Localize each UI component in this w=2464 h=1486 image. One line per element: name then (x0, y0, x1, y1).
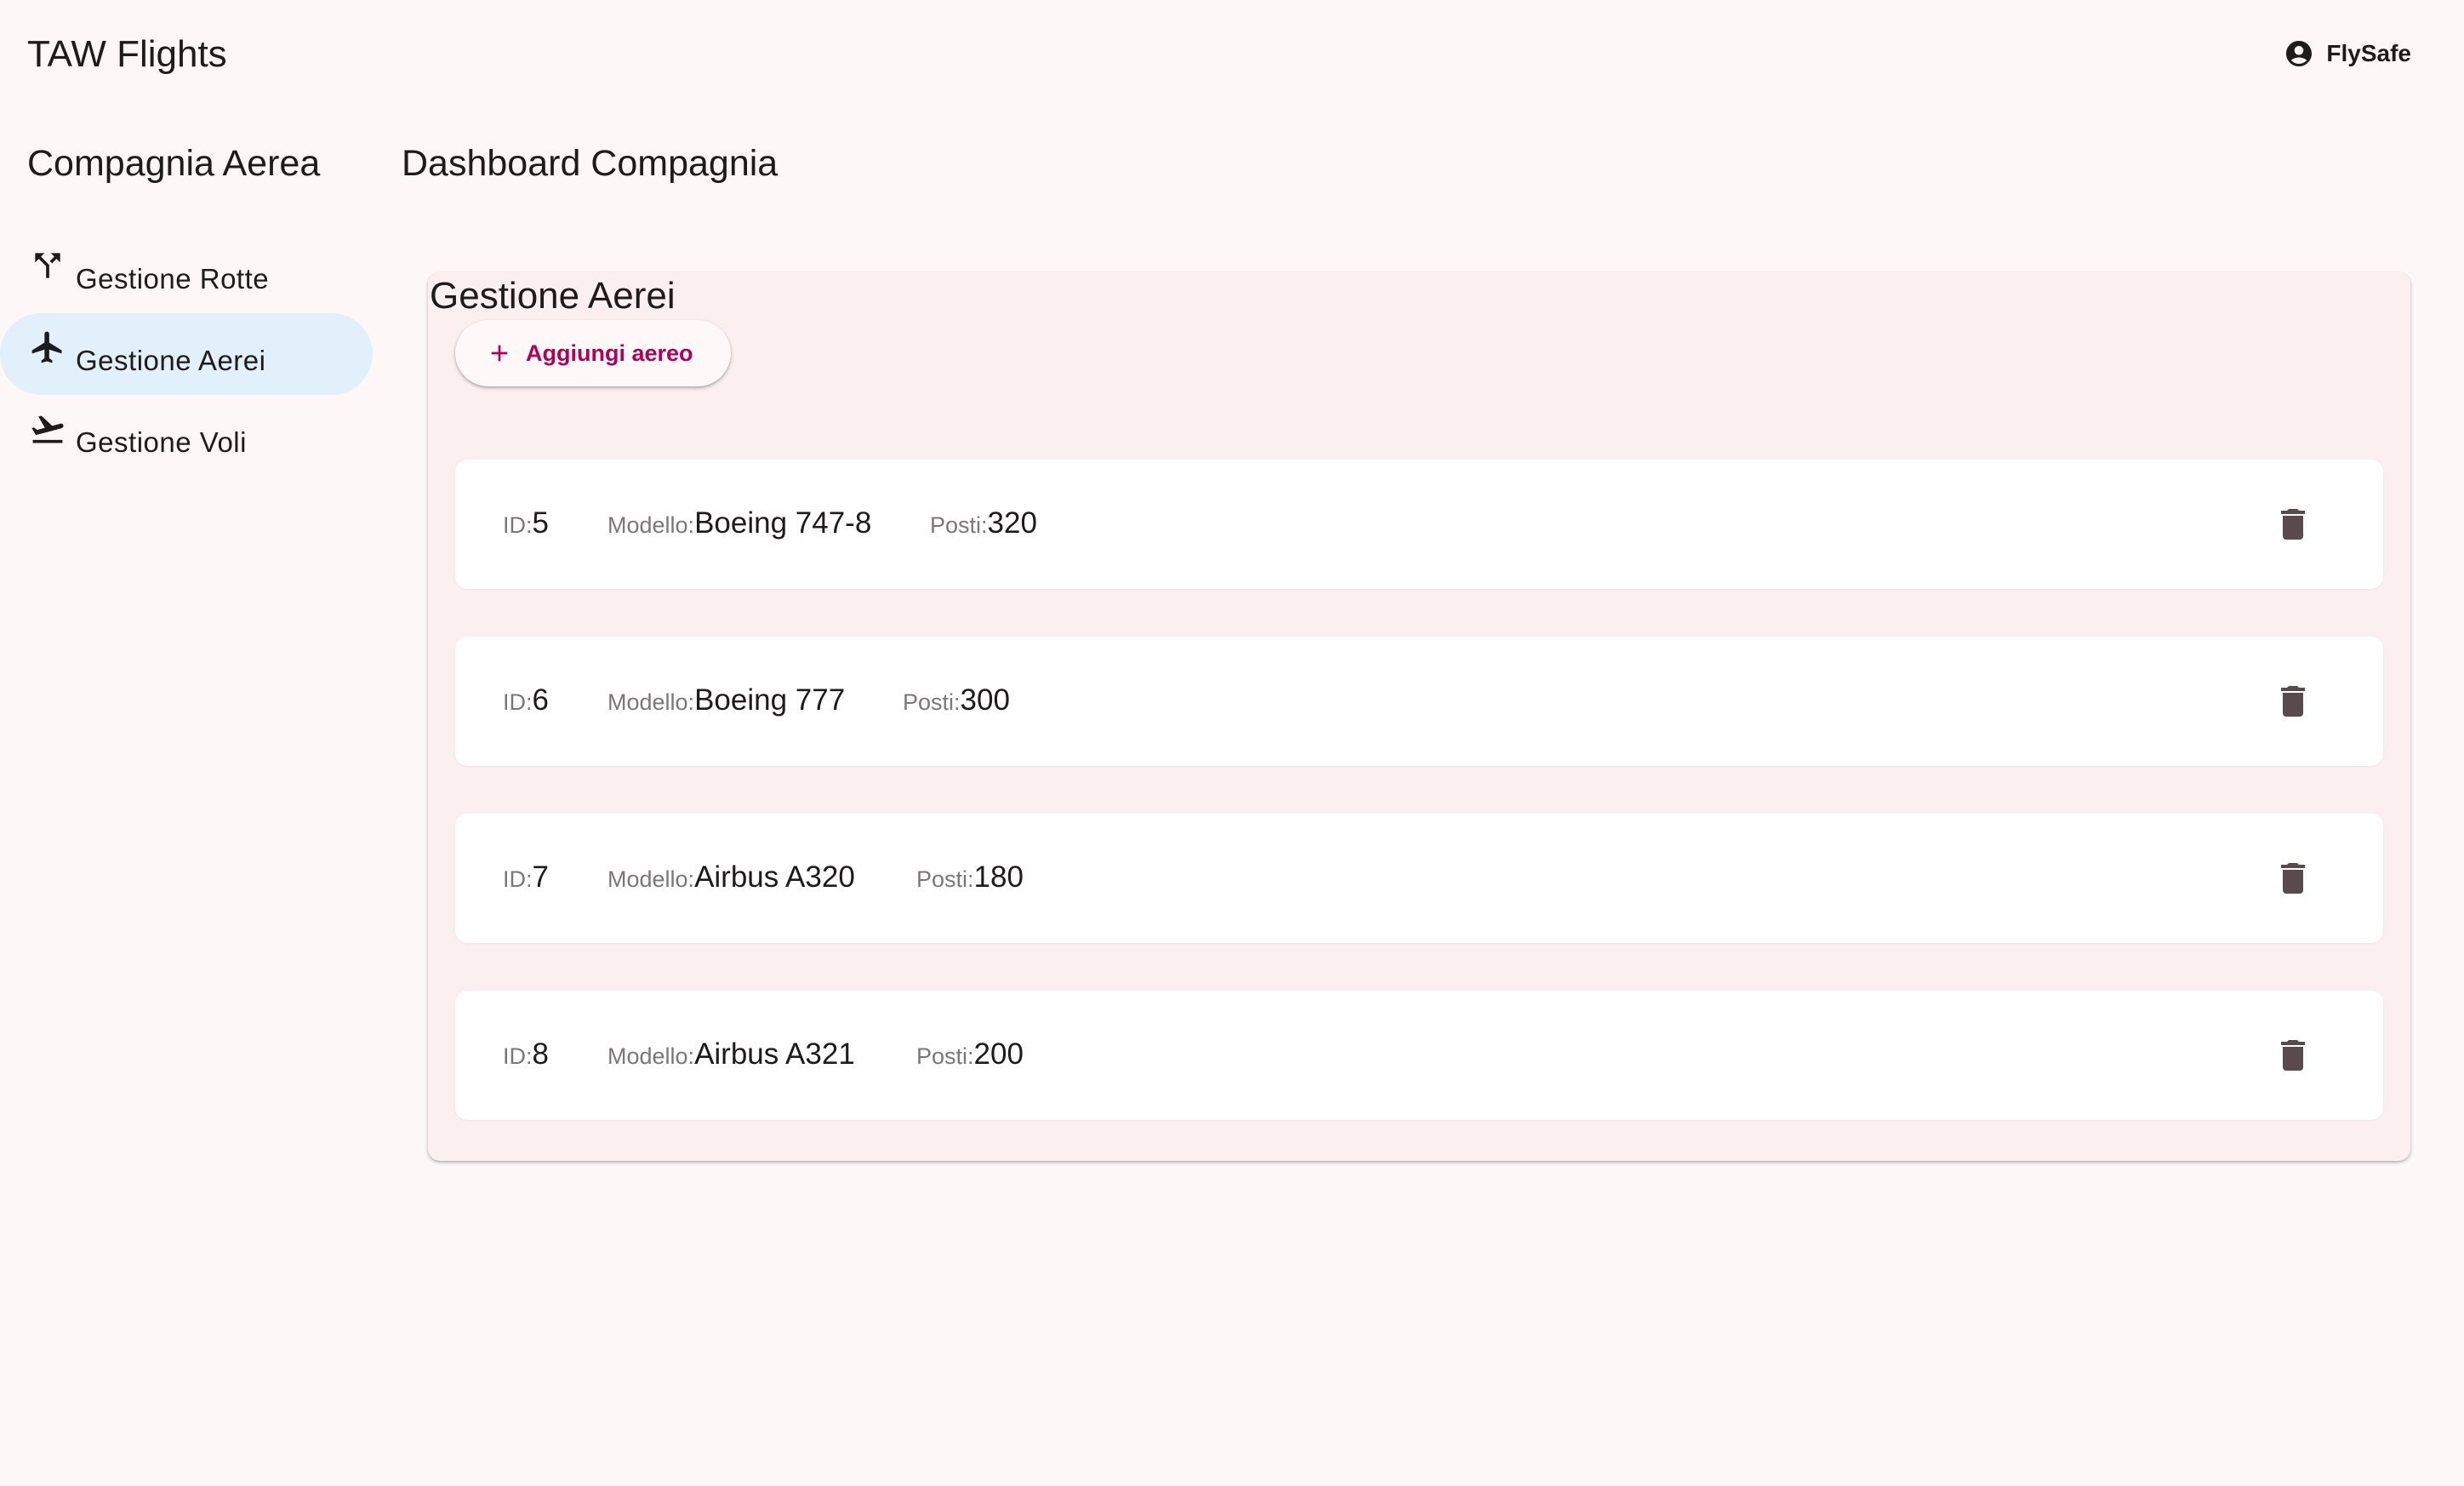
plane-row: ID: 6 Modello: Boeing 777 Posti: 300 (455, 637, 2383, 766)
plane-model: Airbus A320 (694, 860, 855, 894)
flight-takeoff-icon (29, 410, 66, 448)
sidebar-title: Compagnia Aerea (27, 143, 321, 184)
airplane-icon (29, 329, 66, 366)
plane-model-field: Modello: Airbus A321 (607, 1037, 855, 1075)
model-label: Modello: (607, 689, 695, 715)
plane-id: 5 (532, 506, 549, 540)
plane-model-field: Modello: Airbus A320 (607, 860, 855, 898)
plus-icon (486, 340, 513, 367)
plane-row: ID: 5 Modello: Boeing 747-8 Posti: 320 (455, 460, 2383, 589)
plane-model: Airbus A321 (694, 1037, 855, 1071)
trash-icon (2281, 863, 2305, 894)
sidebar-item-label: Gestione Aerei (76, 345, 266, 376)
plane-id: 7 (532, 860, 549, 894)
seats-label: Posti: (916, 1043, 974, 1069)
account-circle-icon (2284, 38, 2314, 69)
plane-id: 6 (532, 683, 549, 717)
sidebar-item-label: Gestione Rotte (76, 263, 270, 294)
plane-seats: 320 (987, 506, 1037, 540)
delete-plane-button[interactable] (2273, 858, 2313, 899)
plane-row: ID: 8 Modello: Airbus A321 Posti: 200 (455, 991, 2383, 1120)
account-name: FlySafe (2326, 40, 2411, 66)
plane-seats-field: Posti: 320 (930, 506, 1037, 544)
add-plane-label: Aggiungi aereo (526, 340, 693, 366)
id-label: ID: (503, 1043, 533, 1069)
seats-label: Posti: (903, 689, 961, 715)
plane-model: Boeing 777 (694, 683, 846, 717)
plane-seats: 200 (973, 1037, 1024, 1071)
plane-model-field: Modello: Boeing 747-8 (607, 506, 871, 544)
plane-id-field: ID: 8 (503, 1037, 549, 1075)
planes-card: Gestione Aerei Aggiungi aereo ID: 5 Model… (428, 272, 2410, 1161)
plane-id: 8 (532, 1037, 549, 1071)
page-title: Dashboard Compagnia (402, 143, 779, 184)
sidebar-item-gestione-voli[interactable]: Gestione Voli (0, 395, 373, 477)
model-label: Modello: (607, 512, 695, 538)
app-title: TAW Flights (27, 33, 227, 75)
delete-plane-button[interactable] (2273, 504, 2313, 545)
trash-icon (2281, 1040, 2305, 1071)
plane-seats-field: Posti: 180 (916, 860, 1024, 898)
plane-id-field: ID: 6 (503, 683, 549, 721)
plane-seats: 180 (973, 860, 1024, 894)
sidebar-item-label: Gestione Voli (76, 426, 247, 458)
sidebar-nav: Gestione Rotte Gestione Aerei Gestione V… (0, 231, 374, 477)
plane-model: Boeing 747-8 (694, 506, 872, 540)
card-title: Gestione Aerei (430, 275, 676, 317)
delete-plane-button[interactable] (2273, 681, 2313, 722)
model-label: Modello: (607, 866, 695, 892)
trash-icon (2281, 686, 2305, 717)
id-label: ID: (503, 866, 533, 892)
trash-icon (2281, 509, 2305, 540)
plane-id-field: ID: 5 (503, 506, 549, 544)
plane-seats-field: Posti: 300 (903, 683, 1010, 721)
plane-id-field: ID: 7 (503, 860, 549, 898)
plane-seats: 300 (960, 683, 1010, 717)
account-menu[interactable]: FlySafe (2284, 37, 2411, 71)
seats-label: Posti: (930, 512, 988, 538)
add-plane-button[interactable]: Aggiungi aereo (455, 320, 731, 386)
route-fork-icon (29, 247, 66, 284)
id-label: ID: (503, 512, 533, 538)
plane-seats-field: Posti: 200 (916, 1037, 1024, 1075)
sidebar-item-gestione-aerei[interactable]: Gestione Aerei (0, 313, 373, 395)
seats-label: Posti: (916, 866, 974, 892)
sidebar-item-gestione-rotte[interactable]: Gestione Rotte (0, 231, 373, 313)
id-label: ID: (503, 689, 533, 715)
model-label: Modello: (607, 1043, 695, 1069)
delete-plane-button[interactable] (2273, 1035, 2313, 1076)
plane-row: ID: 7 Modello: Airbus A320 Posti: 180 (455, 814, 2383, 943)
plane-model-field: Modello: Boeing 777 (607, 683, 845, 721)
